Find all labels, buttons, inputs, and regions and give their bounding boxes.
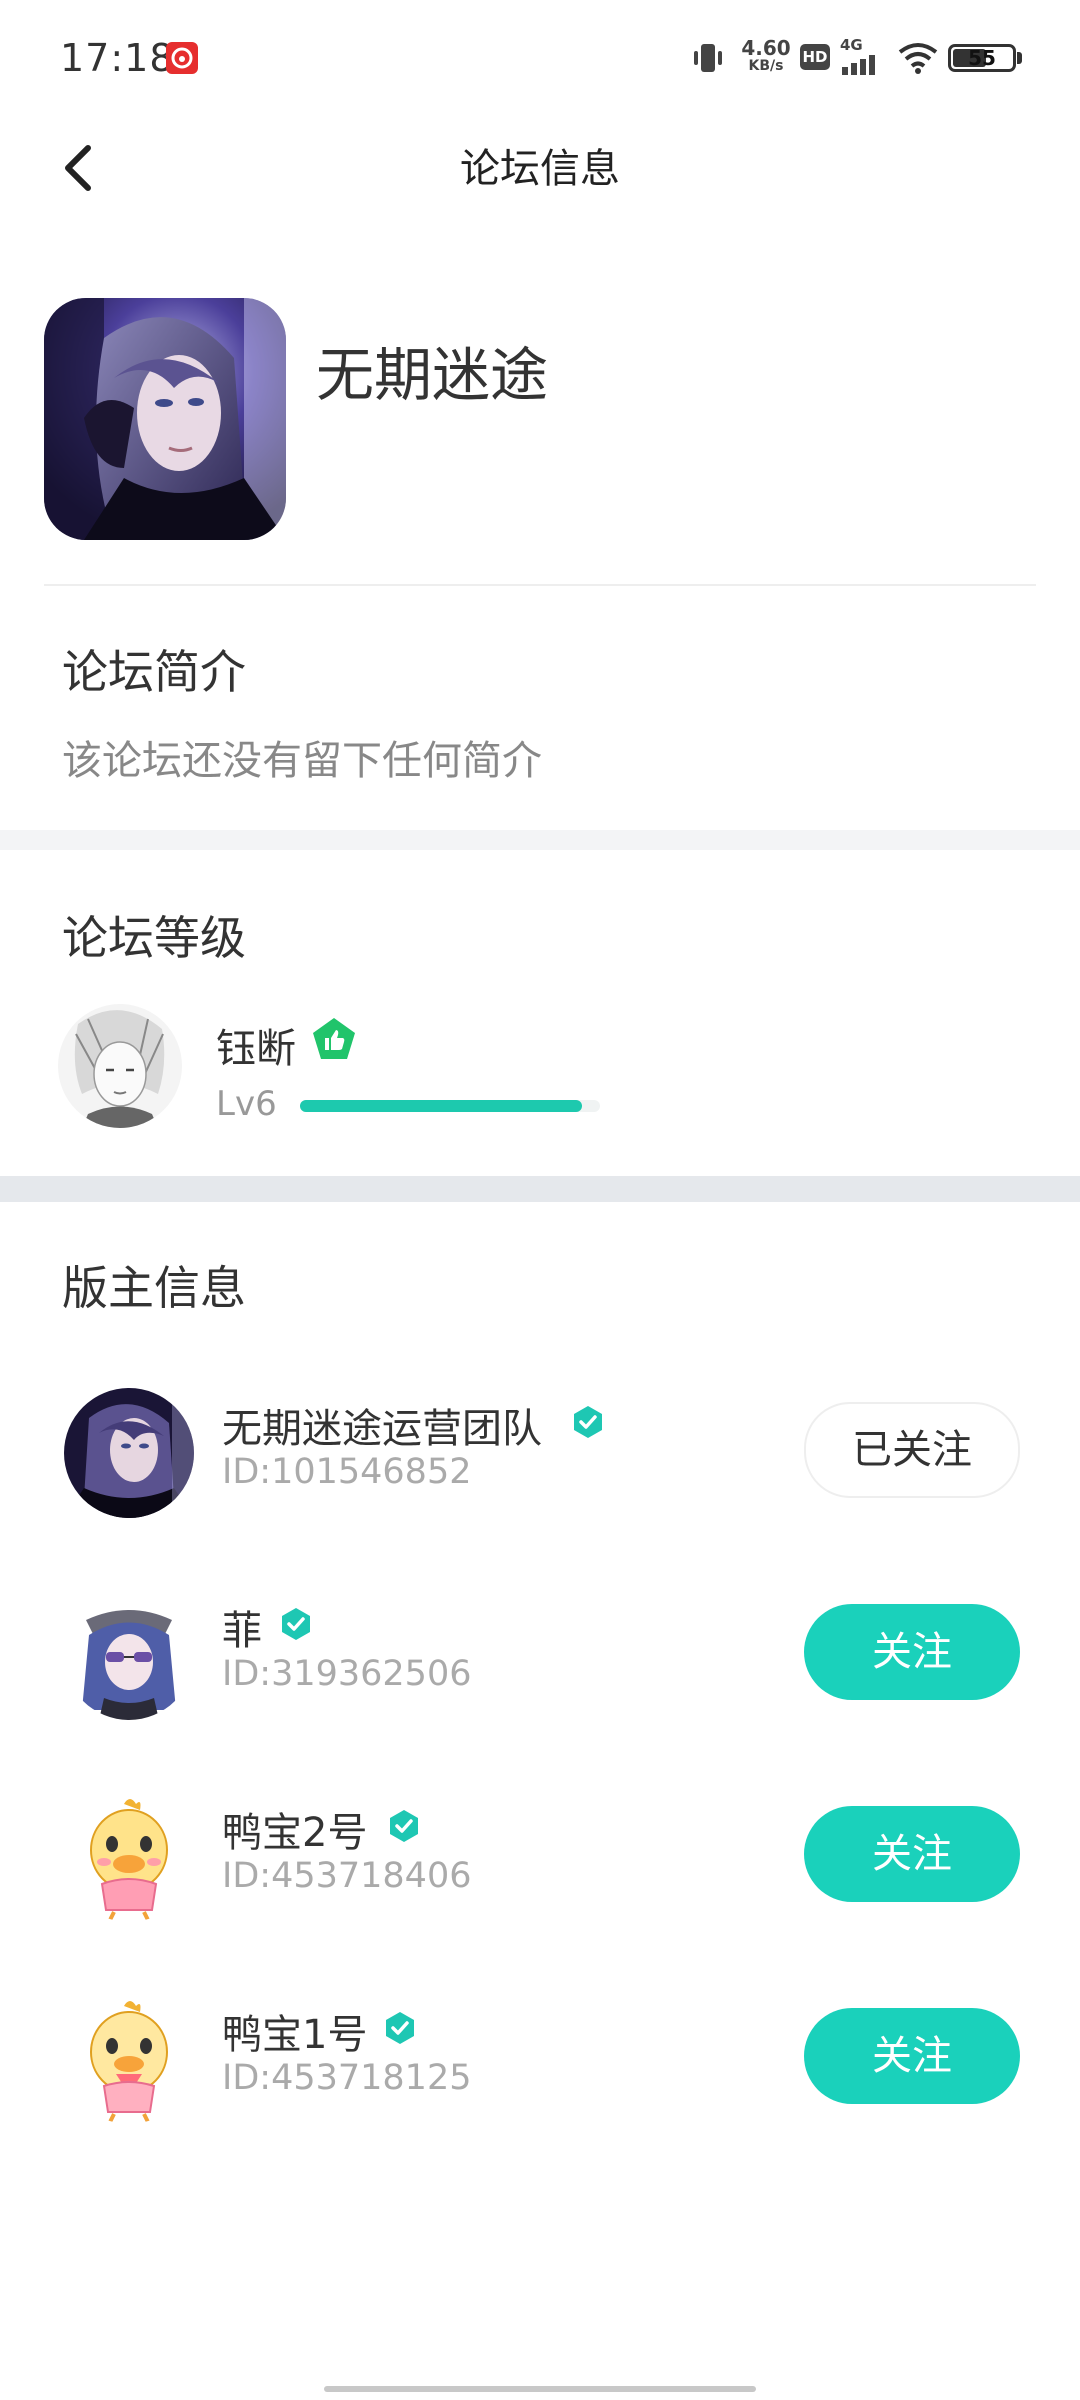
moderator-id: ID:319362506 bbox=[222, 1654, 472, 1694]
level-progress-bar bbox=[300, 1100, 600, 1112]
moderator-name: 无期迷途运营团队 bbox=[222, 1406, 542, 1452]
verified-icon bbox=[278, 1606, 314, 1642]
moderator-row[interactable]: 鸭宝2号 ID:453718406 关注 bbox=[0, 1774, 1080, 1934]
moderator-avatar[interactable] bbox=[64, 1792, 194, 1922]
level-label: Lv6 bbox=[216, 1084, 277, 1124]
page-title: 论坛信息 bbox=[460, 146, 620, 192]
follow-button[interactable]: 关注 bbox=[804, 2008, 1020, 2104]
thumbs-up-icon bbox=[310, 1016, 358, 1064]
moderator-id: ID:453718406 bbox=[222, 1856, 472, 1896]
net-speed-value: 4.60 bbox=[741, 36, 791, 60]
battery-icon: 55 bbox=[948, 44, 1016, 72]
intro-section-title: 论坛简介 bbox=[62, 645, 246, 699]
level-progress-fill bbox=[300, 1100, 582, 1112]
moderator-name: 鸭宝1号 bbox=[222, 2012, 368, 2058]
moderator-name: 菲 bbox=[222, 1608, 262, 1654]
signal-icon: 4G bbox=[840, 38, 884, 79]
follow-button[interactable]: 关注 bbox=[804, 1806, 1020, 1902]
forum-name: 无期迷途 bbox=[316, 341, 549, 409]
home-indicator[interactable] bbox=[324, 2386, 756, 2392]
moderator-avatar[interactable] bbox=[64, 1590, 194, 1720]
moderator-avatar[interactable] bbox=[64, 1994, 194, 2124]
forum-avatar bbox=[44, 298, 286, 540]
verified-icon bbox=[386, 1808, 422, 1844]
notification-app-icon bbox=[166, 42, 198, 74]
follow-button[interactable]: 关注 bbox=[804, 1604, 1020, 1700]
level-section-title: 论坛等级 bbox=[62, 911, 246, 965]
verified-icon bbox=[570, 1404, 606, 1440]
battery-level: 55 bbox=[968, 46, 996, 70]
section-gap bbox=[0, 830, 1080, 850]
intro-text: 该论坛还没有留下任何简介 bbox=[62, 738, 542, 784]
section-gap bbox=[0, 1176, 1080, 1202]
following-button[interactable]: 已关注 bbox=[804, 1402, 1020, 1498]
wifi-icon bbox=[898, 42, 938, 78]
vibrate-icon bbox=[690, 40, 726, 80]
divider bbox=[44, 584, 1036, 586]
moderator-row[interactable]: 无期迷途运营团队 ID:101546852 已关注 bbox=[0, 1370, 1080, 1530]
chevron-left-icon bbox=[65, 145, 91, 191]
battery-cap bbox=[1017, 52, 1022, 64]
moderators-section-title: 版主信息 bbox=[62, 1261, 246, 1315]
back-button[interactable] bbox=[52, 138, 112, 198]
status-bar: 17:18 4.60 KB/s HD 4G 55 bbox=[0, 0, 1080, 118]
moderator-id: ID:453718125 bbox=[222, 2058, 472, 2098]
net-speed-unit: KB/s bbox=[748, 58, 784, 74]
moderator-name: 鸭宝2号 bbox=[222, 1810, 368, 1856]
moderator-row[interactable]: 菲 ID:319362506 关注 bbox=[0, 1572, 1080, 1732]
network-type: 4G bbox=[840, 36, 863, 54]
net-speed: 4.60 KB/s bbox=[736, 38, 796, 74]
user-avatar bbox=[58, 1004, 182, 1128]
moderator-id: ID:101546852 bbox=[222, 1452, 472, 1492]
level-user-name: 钰断 bbox=[216, 1026, 296, 1072]
status-time: 17:18 bbox=[60, 36, 175, 80]
moderator-row[interactable]: 鸭宝1号 ID:453718125 关注 bbox=[0, 1976, 1080, 2136]
moderator-avatar[interactable] bbox=[64, 1388, 194, 1518]
hd-badge: HD bbox=[800, 44, 830, 70]
verified-icon bbox=[382, 2010, 418, 2046]
